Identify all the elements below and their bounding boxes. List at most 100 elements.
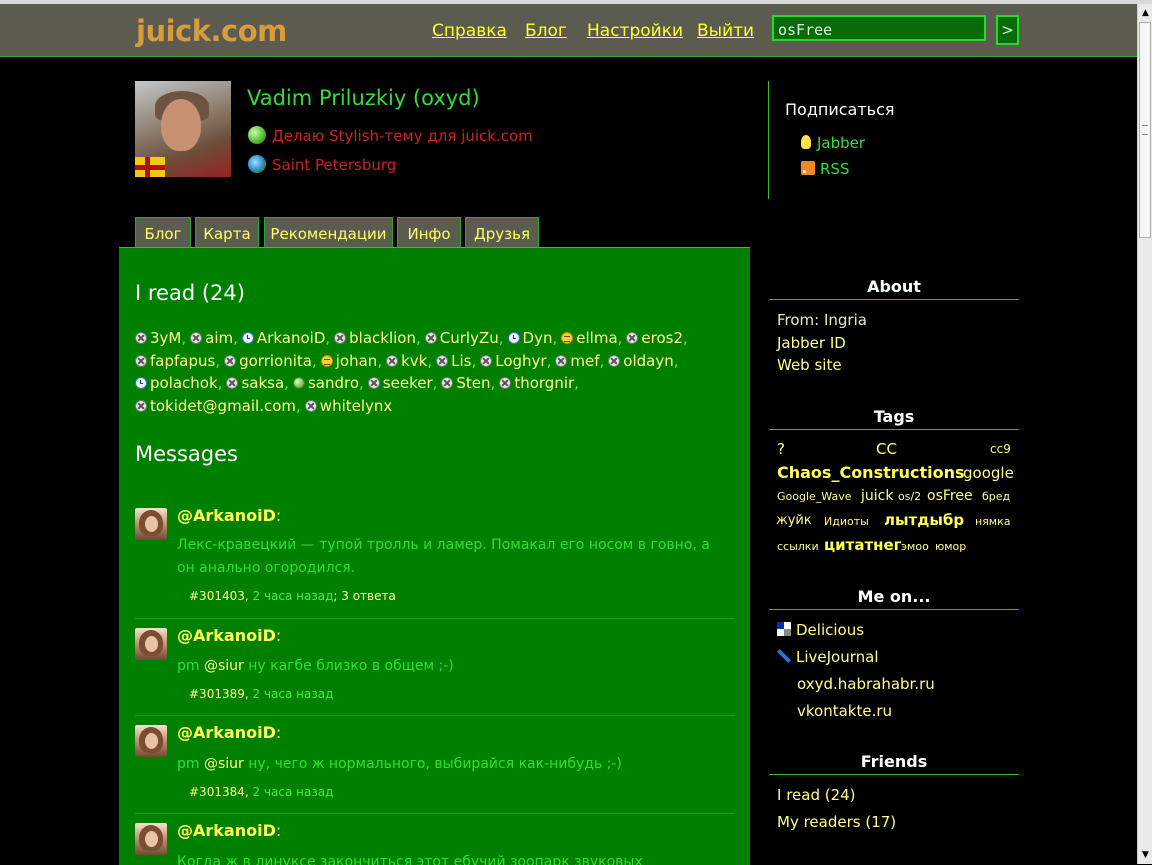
me-on-vkontakte-link[interactable]: vkontakte.ru (797, 702, 892, 720)
friend-link[interactable]: Sten (441, 374, 491, 392)
message-avatar[interactable] (135, 508, 167, 540)
tags-title: Tags (873, 407, 915, 426)
friend-separator: , (490, 374, 496, 392)
friend-separator: , (552, 329, 558, 347)
friend-separator: , (215, 351, 221, 370)
tag-link[interactable]: osFree (927, 488, 973, 504)
site-logo[interactable]: juick.com (136, 14, 287, 48)
message-time[interactable]: 2 часа назад (253, 785, 334, 799)
message-author-link[interactable]: @ArkanoiD: (177, 723, 281, 742)
friends-i-read-link[interactable]: I read (24) (777, 786, 856, 804)
tag-link[interactable]: цитатнег (824, 536, 902, 554)
friend-link[interactable]: sandro (292, 374, 359, 392)
me-on-delicious-link[interactable]: Delicious (777, 621, 864, 639)
page-scrollbar[interactable]: ▲ ▼ (1137, 4, 1152, 864)
friend-link[interactable]: polachok (135, 374, 218, 392)
status-offline-icon (626, 332, 639, 344)
friends-my-readers-link[interactable]: My readers (17) (777, 813, 896, 831)
friend-link[interactable]: thorgnir (499, 374, 574, 392)
friend-separator: , (432, 374, 438, 392)
tab-blog[interactable]: Блог (135, 217, 191, 248)
nav-logout-link[interactable]: Выйти (697, 21, 754, 41)
search-button[interactable]: > (996, 15, 1019, 45)
tab-map[interactable]: Карта (195, 217, 259, 248)
friend-link[interactable]: CurlyZu (424, 329, 499, 347)
tag-link[interactable]: Chaos_Constructions (777, 463, 965, 482)
tag-link[interactable]: juick (861, 488, 893, 504)
tag-link[interactable]: cc9 (990, 442, 1011, 456)
scroll-up-arrow-icon[interactable]: ▲ (1139, 6, 1152, 20)
friend-link[interactable]: saksa (226, 374, 284, 392)
friend-link[interactable]: eros2 (626, 329, 683, 347)
tag-link[interactable]: CC (876, 440, 897, 458)
friend-separator: , (359, 374, 364, 392)
friend-link[interactable]: aim (190, 329, 233, 347)
tag-link[interactable]: os/2 (898, 490, 921, 503)
tag-link[interactable]: бред (982, 490, 1010, 503)
friend-separator: , (311, 351, 317, 370)
tag-link[interactable]: Google_Wave (777, 490, 851, 503)
about-jabber-link[interactable]: Jabber ID (777, 334, 846, 352)
friend-link[interactable]: Lis (436, 352, 471, 370)
tag-link[interactable]: нямка (975, 515, 1011, 528)
friend-link[interactable]: fapfapus (135, 352, 215, 370)
friend-link[interactable]: mef (555, 352, 600, 370)
friend-link[interactable]: Loghyr (480, 352, 547, 370)
message-id-link[interactable]: #301403 (189, 589, 245, 603)
friend-separator: , (377, 351, 383, 370)
friend-link[interactable]: ellma (561, 329, 618, 347)
tag-link[interactable]: ссылки (777, 540, 819, 553)
message-replies-link[interactable]: 3 ответа (341, 589, 396, 603)
friend-link[interactable]: whitelynx (304, 397, 392, 415)
tag-link[interactable]: юмор (935, 540, 966, 553)
about-website-link[interactable]: Web site (777, 356, 842, 374)
message-avatar[interactable] (135, 628, 167, 660)
nav-blog-link[interactable]: Блог (525, 21, 567, 41)
scroll-down-arrow-icon[interactable]: ▼ (1139, 848, 1152, 862)
status-away-icon (135, 377, 147, 389)
subscribe-rss-link[interactable]: RSS (801, 160, 849, 178)
friend-link[interactable]: gorrionita (224, 352, 312, 370)
tag-link[interactable]: жуйк (776, 513, 812, 528)
nav-help-link[interactable]: Справка (432, 21, 507, 41)
me-on-habrahabr-link[interactable]: oxyd.habrahabr.ru (797, 675, 935, 693)
message-mention-link[interactable]: @siur (204, 756, 244, 772)
message-id-link[interactable]: #301389 (189, 687, 245, 701)
message-avatar[interactable] (135, 725, 167, 757)
friend-link[interactable]: seeker (367, 374, 433, 392)
tag-link[interactable]: эмоо (901, 540, 929, 553)
message-id-link[interactable]: #301384 (189, 785, 245, 799)
tab-info[interactable]: Инфо (397, 217, 461, 248)
friend-link[interactable]: ArkanoiD (241, 329, 325, 347)
friend-link[interactable]: 3yM (135, 329, 181, 347)
tag-link[interactable]: ? (777, 440, 785, 458)
subscribe-jabber-link[interactable]: Jabber (801, 134, 865, 152)
tab-recommendations[interactable]: Рекомендации (264, 217, 393, 248)
tag-link[interactable]: google (963, 464, 1014, 482)
message-mention-link[interactable]: @siur (204, 658, 244, 674)
friend-link[interactable]: Dyn (507, 329, 552, 347)
me-on-livejournal-link[interactable]: LiveJournal (777, 648, 879, 666)
message-item: @ArkanoiD: Когда ж в линуксе закончиться… (135, 823, 735, 865)
search-input[interactable]: osFree (772, 15, 986, 41)
message-time[interactable]: 2 часа назад (253, 589, 334, 603)
message-divider (135, 618, 735, 619)
status-offline-icon (135, 354, 147, 367)
friend-link[interactable]: oldayn (608, 352, 674, 370)
message-author-link[interactable]: @ArkanoiD: (177, 823, 281, 840)
tag-link[interactable]: Идиоты (824, 515, 869, 528)
message-time[interactable]: 2 часа назад (253, 687, 334, 701)
friend-link[interactable]: tokidet@gmail.com (135, 397, 296, 415)
nav-settings-link[interactable]: Настройки (587, 21, 683, 41)
tab-friends[interactable]: Друзья (465, 217, 539, 248)
tag-link[interactable]: лытдыбр (884, 511, 964, 529)
message-author-link[interactable]: @ArkanoiD: (177, 506, 281, 525)
me-on-rule (769, 609, 1019, 610)
message-avatar[interactable] (135, 823, 167, 855)
friend-link[interactable]: johan (320, 352, 377, 370)
message-author-link[interactable]: @ArkanoiD: (177, 626, 281, 645)
friend-link[interactable]: kvk (386, 352, 427, 370)
friend-link[interactable]: blacklion (334, 329, 416, 347)
scroll-thumb[interactable] (1139, 22, 1151, 238)
friend-separator: , (325, 329, 331, 347)
